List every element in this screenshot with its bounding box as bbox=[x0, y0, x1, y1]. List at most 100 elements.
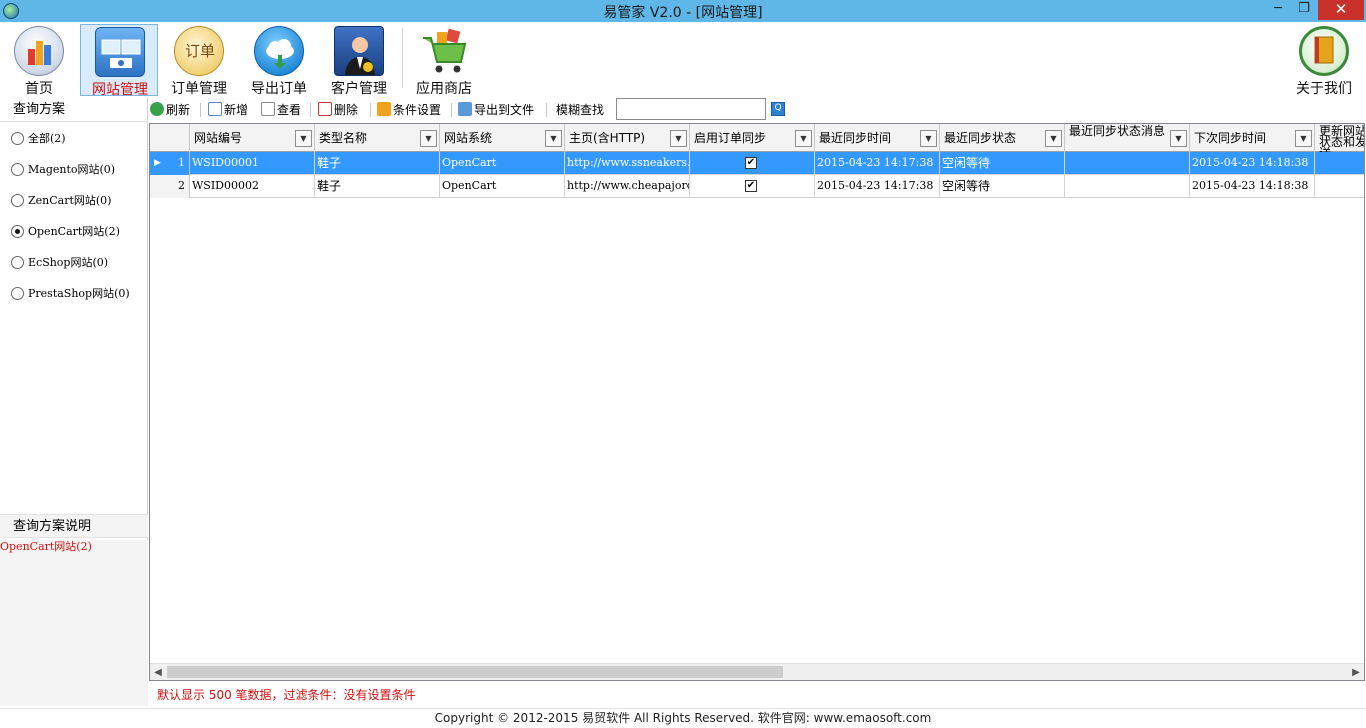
row-index[interactable]: 2 bbox=[150, 175, 190, 198]
cell-last-sync-time[interactable]: 2015-04-23 14:17:38 bbox=[815, 152, 940, 175]
cell-site-system[interactable]: OpenCart bbox=[440, 152, 565, 175]
radio-button[interactable] bbox=[11, 194, 24, 207]
cell-last-sync-status[interactable]: 空闲等待 bbox=[940, 175, 1065, 198]
cell-homepage[interactable]: http://www.ssneakers. bbox=[565, 152, 690, 175]
export-to-file-button[interactable]: 导出到文件 bbox=[458, 101, 534, 119]
column-title: 最近同步状态 bbox=[944, 131, 1017, 145]
column-title: 网站编号 bbox=[194, 131, 243, 145]
cell-update-status[interactable] bbox=[1315, 152, 1364, 175]
column-header-order-sync[interactable]: 启用订单同步 ▼ bbox=[690, 124, 815, 152]
column-header-last-sync-status[interactable]: 最近同步状态 ▼ bbox=[940, 124, 1065, 152]
search-icon[interactable]: Q bbox=[771, 102, 785, 116]
cell-order-sync[interactable]: ✔ bbox=[690, 175, 815, 198]
restore-button[interactable]: ❐ bbox=[1292, 0, 1316, 20]
close-button[interactable]: ✕ bbox=[1318, 0, 1364, 20]
column-header-next-sync-time[interactable]: 下次同步时间 ▼ bbox=[1190, 124, 1315, 152]
scheme-option-prestashop[interactable]: PrestaShop网站(0) bbox=[11, 285, 130, 305]
query-scheme-desc-text: OpenCart网站(2) bbox=[0, 540, 148, 706]
radio-button[interactable] bbox=[11, 287, 24, 300]
scheme-option-label: 全部(2) bbox=[28, 132, 66, 145]
order-sync-checkbox[interactable]: ✔ bbox=[745, 180, 757, 192]
column-title: 最近同步状态消息 bbox=[1069, 124, 1166, 138]
radio-button[interactable] bbox=[11, 163, 24, 176]
chevron-down-icon[interactable]: ▼ bbox=[1170, 130, 1187, 147]
chevron-down-icon[interactable]: ▼ bbox=[545, 130, 562, 147]
column-title: 网站系统 bbox=[444, 131, 493, 145]
radio-button[interactable] bbox=[11, 256, 24, 269]
cell-last-sync-msg[interactable] bbox=[1065, 175, 1190, 198]
fuzzy-search-input[interactable] bbox=[616, 98, 766, 120]
toolbar-home[interactable]: 首页 bbox=[0, 24, 78, 97]
chevron-down-icon[interactable]: ▼ bbox=[295, 130, 312, 147]
cell-type-name[interactable]: 鞋子 bbox=[315, 175, 440, 198]
row-index[interactable]: ▶ 1 bbox=[150, 152, 190, 175]
cell-site-system[interactable]: OpenCart bbox=[440, 175, 565, 198]
toolbar-app-store[interactable]: 应用商店 bbox=[405, 24, 483, 97]
radio-button[interactable] bbox=[11, 132, 24, 145]
toolbar-export-orders[interactable]: 导出订单 bbox=[240, 24, 318, 97]
column-header-update-status[interactable]: 更新网站状态和发送 bbox=[1315, 124, 1365, 152]
chevron-down-icon[interactable]: ▼ bbox=[420, 130, 437, 147]
column-header-last-sync-msg[interactable]: 最近同步状态消息 ▼ bbox=[1065, 124, 1190, 152]
cell-site-id[interactable]: WSID00001 bbox=[190, 152, 315, 175]
chevron-down-icon[interactable]: ▼ bbox=[920, 130, 937, 147]
cell-last-sync-msg[interactable] bbox=[1065, 152, 1190, 175]
toolbar-about-us[interactable]: 关于我们 bbox=[1285, 24, 1363, 97]
condition-settings-button[interactable]: 条件设置 bbox=[377, 101, 441, 119]
query-scheme-title: 查询方案 bbox=[0, 98, 148, 122]
radio-button-selected[interactable] bbox=[11, 225, 24, 238]
cell-next-sync-time[interactable]: 2015-04-23 14:18:38 bbox=[1190, 152, 1315, 175]
scheme-option-opencart[interactable]: OpenCart网站(2) bbox=[11, 223, 120, 243]
cell-homepage[interactable]: http://www.cheapajord bbox=[565, 175, 690, 198]
order-sync-checkbox[interactable]: ✔ bbox=[745, 157, 757, 169]
add-button[interactable]: 新增 bbox=[208, 101, 248, 119]
delete-button[interactable]: 删除 bbox=[318, 101, 358, 119]
scheme-option-all[interactable]: 全部(2) bbox=[11, 130, 66, 150]
horizontal-scrollbar[interactable]: ◀ ▶ bbox=[150, 663, 1364, 680]
toolbar-website-manage[interactable]: 网站管理 bbox=[80, 24, 158, 98]
table-row[interactable]: ▶ 1 WSID00001 鞋子 OpenCart http://www.ssne… bbox=[150, 152, 1364, 175]
table-row[interactable]: 2 WSID00002 鞋子 OpenCart http://www.cheap… bbox=[150, 175, 1364, 198]
cell-site-id[interactable]: WSID00002 bbox=[190, 175, 315, 198]
column-header-type-name[interactable]: 类型名称 ▼ bbox=[315, 124, 440, 152]
refresh-button[interactable]: 刷新 bbox=[150, 101, 190, 119]
scroll-right-icon[interactable]: ▶ bbox=[1348, 665, 1364, 680]
cell-update-status[interactable] bbox=[1315, 175, 1364, 198]
column-title: 更新网站状态和发送 bbox=[1319, 124, 1365, 152]
cell-type-name[interactable]: 鞋子 bbox=[315, 152, 440, 175]
chevron-down-icon[interactable]: ▼ bbox=[1045, 130, 1062, 147]
shopping-cart-icon bbox=[419, 26, 469, 76]
scheme-option-zencart[interactable]: ZenCart网站(0) bbox=[11, 192, 111, 212]
toolbar-home-label: 首页 bbox=[25, 81, 53, 97]
window-title: 易管家 V2.0 - [网站管理] bbox=[603, 5, 763, 21]
toolbar-website-manage-label: 网站管理 bbox=[92, 82, 148, 98]
subbar-separator bbox=[310, 103, 311, 117]
column-header-site-id[interactable]: 网站编号 ▼ bbox=[190, 124, 315, 152]
toolbar-about-us-label: 关于我们 bbox=[1296, 81, 1352, 97]
view-button[interactable]: 查看 bbox=[261, 101, 301, 119]
chevron-down-icon[interactable]: ▼ bbox=[670, 130, 687, 147]
column-header-last-sync-time[interactable]: 最近同步时间 ▼ bbox=[815, 124, 940, 152]
cell-last-sync-time[interactable]: 2015-04-23 14:17:38 bbox=[815, 175, 940, 198]
toolbar-customer-manage[interactable]: 客户管理 bbox=[320, 24, 398, 97]
scheme-option-ecshop[interactable]: EcShop网站(0) bbox=[11, 254, 108, 274]
scrollbar-thumb[interactable] bbox=[167, 666, 783, 678]
toolbar-order-manage[interactable]: 订单 订单管理 bbox=[160, 24, 238, 97]
status-text: 默认显示 500 笔数据，过滤条件：没有设置条件 bbox=[157, 688, 416, 702]
minimize-button[interactable]: ─ bbox=[1266, 0, 1290, 20]
toolbar-customer-manage-label: 客户管理 bbox=[331, 81, 387, 97]
subbar-separator bbox=[546, 103, 547, 117]
chevron-down-icon[interactable]: ▼ bbox=[795, 130, 812, 147]
add-label: 新增 bbox=[224, 103, 249, 117]
column-header-site-system[interactable]: 网站系统 ▼ bbox=[440, 124, 565, 152]
scheme-option-magento[interactable]: Magento网站(0) bbox=[11, 161, 115, 181]
column-header-homepage[interactable]: 主页(含HTTP) ▼ bbox=[565, 124, 690, 152]
chevron-down-icon[interactable]: ▼ bbox=[1295, 130, 1312, 147]
cell-next-sync-time[interactable]: 2015-04-23 14:18:38 bbox=[1190, 175, 1315, 198]
title-bar[interactable]: 易管家 V2.0 - [网站管理] ─ ❐ ✕ bbox=[0, 0, 1366, 22]
view-label: 查看 bbox=[277, 103, 302, 117]
scroll-left-icon[interactable]: ◀ bbox=[150, 665, 166, 680]
view-icon bbox=[261, 102, 275, 116]
cell-last-sync-status[interactable]: 空闲等待 bbox=[940, 152, 1065, 175]
cell-order-sync[interactable]: ✔ bbox=[690, 152, 815, 175]
